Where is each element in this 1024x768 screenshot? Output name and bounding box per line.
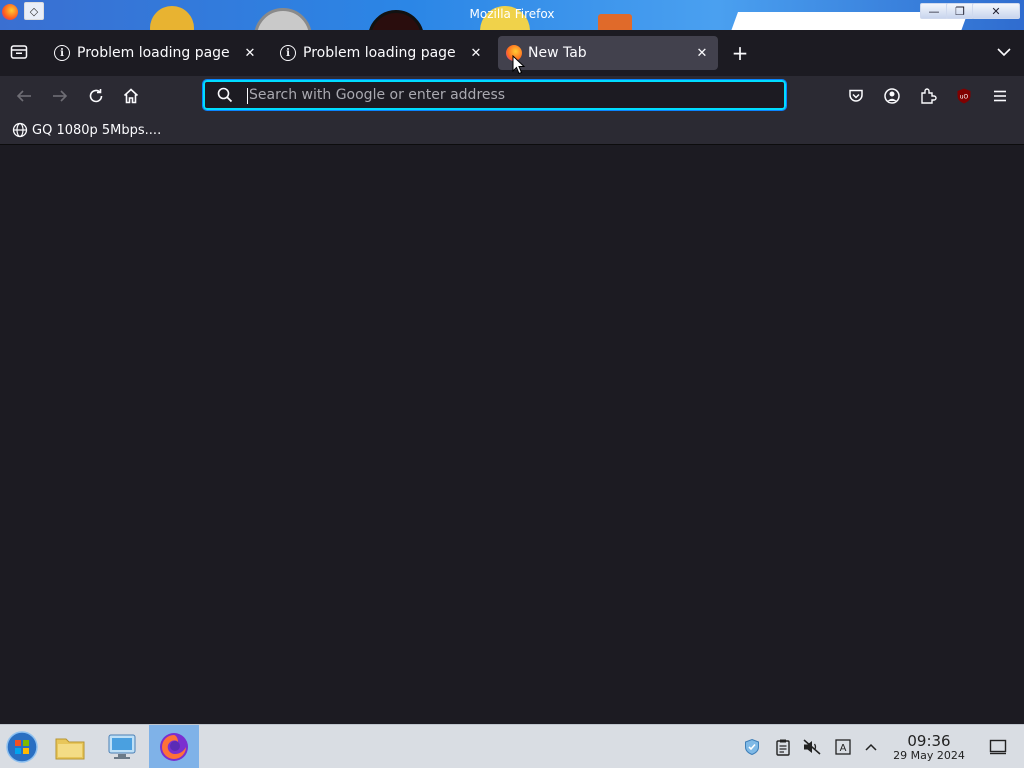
start-button[interactable] (4, 729, 40, 765)
search-icon (217, 87, 233, 103)
arrow-left-icon (16, 90, 31, 102)
chevron-down-icon (997, 48, 1011, 57)
control-panel-button[interactable] (104, 729, 140, 765)
tab-close-button[interactable]: ✕ (468, 46, 484, 61)
globe-icon (12, 122, 28, 138)
clipboard-icon (776, 739, 790, 756)
home-icon (123, 88, 139, 104)
arrow-right-icon (53, 90, 68, 102)
window-title: Mozilla Firefox (469, 7, 555, 21)
tab-close-button[interactable]: ✕ (242, 46, 258, 61)
application-menu-button[interactable] (990, 86, 1010, 106)
home-button[interactable] (120, 85, 142, 107)
firefox-view-button[interactable] (10, 44, 28, 60)
info-icon: i (280, 45, 296, 61)
back-button[interactable] (13, 85, 35, 107)
chevron-up-icon (865, 743, 877, 751)
page-content[interactable] (0, 145, 1024, 724)
reload-icon (89, 89, 103, 103)
navigation-toolbar: uO (0, 76, 1024, 116)
url-bar[interactable] (202, 79, 787, 111)
firefox-taskbar-button[interactable] (156, 729, 192, 765)
firefox-icon (160, 733, 188, 761)
show-desktop-button[interactable] (988, 737, 1008, 757)
update-tray-button[interactable] (742, 737, 762, 757)
ublock-icon: uO (957, 88, 971, 104)
firefox-view-icon (10, 45, 28, 59)
close-window-button[interactable]: ✕ (972, 3, 1020, 19)
list-all-tabs-button[interactable] (994, 42, 1014, 62)
ublock-origin-button[interactable]: uO (954, 86, 974, 106)
file-manager-icon (55, 738, 85, 760)
volume-tray-button[interactable] (802, 737, 822, 757)
taskbar: A 09:36 29 May 2024 (0, 724, 1024, 768)
menu-icon (994, 90, 1006, 102)
pocket-icon (849, 89, 863, 102)
tab-label: Problem loading page (77, 45, 230, 61)
tab-close-button[interactable]: ✕ (694, 46, 710, 61)
svg-text:A: A (840, 743, 847, 754)
keyboard-layout-tray-button[interactable]: A (833, 737, 853, 757)
update-icon (745, 738, 759, 756)
text-caret (247, 88, 248, 104)
window-titlebar[interactable]: ◇ Mozilla Firefox — ❐ ✕ (0, 0, 1024, 30)
bookmark-label: GQ 1080p 5Mbps.... (32, 122, 162, 138)
info-icon: i (54, 45, 70, 61)
restore-button[interactable]: ❐ (946, 3, 974, 19)
tab-label: New Tab (528, 45, 587, 61)
account-icon (884, 88, 900, 104)
new-tab-button[interactable]: + (730, 42, 750, 64)
minimize-button[interactable]: — (920, 3, 948, 19)
keyboard-layout-icon: A (835, 739, 851, 755)
start-icon (6, 731, 38, 763)
show-desktop-icon (989, 739, 1007, 755)
extensions-icon (921, 88, 937, 104)
tab-new-tab[interactable]: New Tab ✕ (498, 36, 718, 70)
clock-date[interactable]: 29 May 2024 (884, 749, 974, 762)
tab-label: Problem loading page (303, 45, 456, 61)
clipboard-tray-button[interactable] (773, 737, 793, 757)
tab-problem-loading-2[interactable]: i Problem loading page ✕ (270, 36, 492, 70)
forward-button[interactable] (49, 85, 71, 107)
tab-problem-loading-1[interactable]: i Problem loading page ✕ (44, 36, 266, 70)
extensions-button[interactable] (918, 86, 938, 106)
volume-muted-icon (803, 739, 821, 755)
clock-time[interactable]: 09:36 (890, 732, 968, 750)
bookmark-item[interactable]: GQ 1080p 5Mbps.... (12, 121, 161, 139)
account-button[interactable] (882, 86, 902, 106)
file-manager-button[interactable] (52, 729, 88, 765)
svg-text:uO: uO (960, 94, 969, 101)
save-to-pocket-button[interactable] (846, 86, 866, 106)
mouse-cursor-icon (512, 54, 526, 75)
show-hidden-icons-button[interactable] (861, 737, 881, 757)
control-panel-icon (108, 734, 136, 759)
reload-button[interactable] (85, 85, 107, 107)
bookmarks-toolbar: GQ 1080p 5Mbps.... (0, 116, 1024, 145)
address-input[interactable] (249, 83, 769, 107)
